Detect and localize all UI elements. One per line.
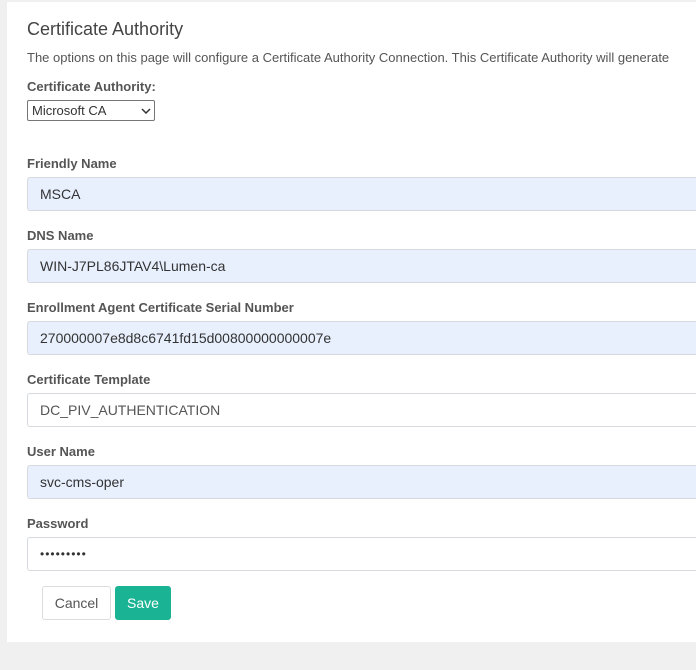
friendly-name-input[interactable]: MSCA [27,177,696,211]
user-name-input[interactable]: svc-cms-oper [27,465,696,499]
certificate-template-label: Certificate Template [27,372,151,387]
certificate-template-input[interactable]: DC_PIV_AUTHENTICATION [27,393,696,427]
page-description: The options on this page will configure … [27,50,670,65]
certificate-authority-selected-value: Microsoft CA [32,103,107,118]
dns-name-input[interactable]: WIN-J7PL86JTAV4\Lumen-ca [27,249,696,283]
serial-number-input[interactable]: 270000007e8d8c6741fd15d00800000000007e [27,321,696,355]
page-title: Certificate Authority [27,19,184,39]
password-input[interactable]: ••••••••• [27,537,696,571]
certificate-authority-select[interactable]: Microsoft CA [27,100,155,121]
password-label: Password [27,516,89,531]
chevron-down-icon [138,101,154,120]
certificate-authority-panel: Certificate Authority The options on thi… [7,2,696,642]
save-button[interactable]: Save [115,586,171,620]
dns-name-label: DNS Name [27,228,94,243]
user-name-label: User Name [27,444,95,459]
cancel-button[interactable]: Cancel [42,586,111,620]
friendly-name-label: Friendly Name [27,156,117,171]
serial-number-label: Enrollment Agent Certificate Serial Numb… [27,300,294,315]
certificate-authority-label: Certificate Authority: [27,79,156,94]
